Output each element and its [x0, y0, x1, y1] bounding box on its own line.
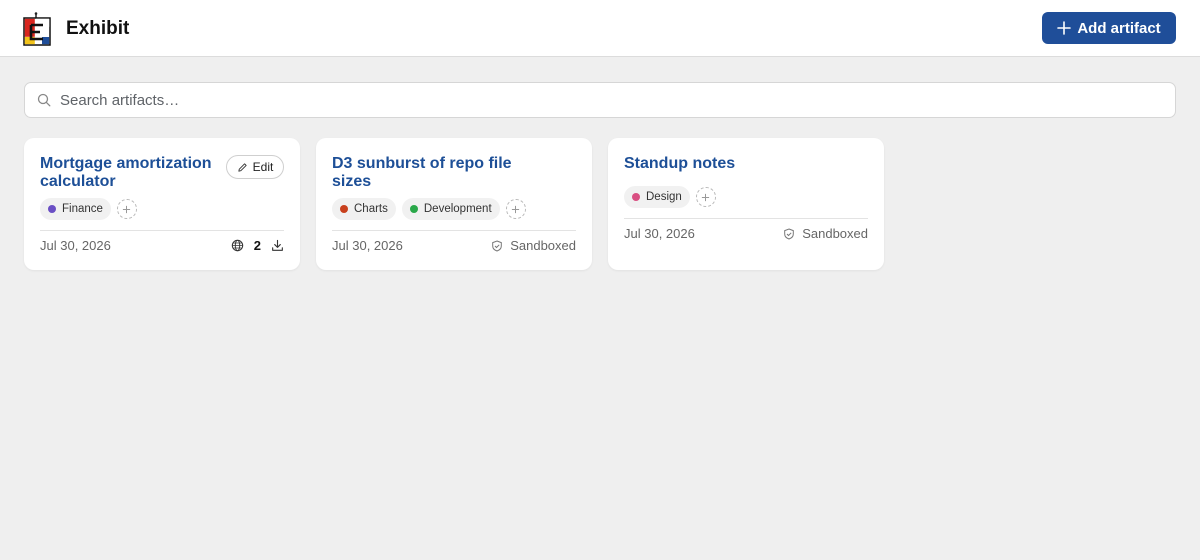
tag-color-dot — [409, 205, 418, 213]
artifact-card[interactable]: Mortgage amortization calculator Edit Fi… — [24, 138, 300, 270]
add-artifact-button[interactable]: Add artifact — [1042, 12, 1176, 44]
tag-color-dot — [632, 193, 640, 201]
plus-icon — [512, 205, 520, 213]
card-footer: Jul 30, 2026 Sandboxed — [332, 238, 576, 253]
plus-icon — [1057, 21, 1072, 35]
tag-color-dot — [48, 205, 56, 213]
plus-icon — [702, 193, 710, 201]
sandbox-status: Sandboxed — [491, 238, 576, 253]
tag-color-dot — [340, 205, 348, 213]
tag-chip[interactable]: Charts — [332, 198, 396, 220]
top-bar: Exhibit Add artifact — [0, 0, 1200, 57]
pencil-icon — [238, 162, 247, 172]
exhibit-logo-icon — [23, 12, 51, 46]
app-title: Exhibit — [66, 18, 130, 39]
edit-label: Edit — [252, 160, 274, 174]
divider — [624, 218, 868, 219]
download-icon[interactable] — [271, 239, 284, 252]
add-tag-button[interactable] — [505, 199, 526, 219]
artifact-card[interactable]: D3 sunburst of repo file sizes Charts De… — [316, 138, 592, 270]
tag-list: Charts Development — [332, 198, 526, 220]
artifact-date: Jul 30, 2026 — [40, 238, 111, 253]
status-label: Sandboxed — [510, 238, 576, 253]
artifact-title[interactable]: Standup notes — [624, 155, 804, 173]
artifact-card[interactable]: Standup notes Design Jul 30, 2026 Sandbo… — [608, 138, 884, 270]
shield-icon — [492, 239, 503, 252]
tag-label: Development — [423, 203, 492, 215]
tag-label: Finance — [62, 203, 103, 215]
artifact-title[interactable]: D3 sunburst of repo file sizes — [332, 155, 532, 191]
status-label: Sandboxed — [802, 226, 868, 241]
divider — [40, 230, 284, 231]
card-footer: Jul 30, 2026 2 — [40, 238, 284, 253]
tag-label: Design — [646, 191, 682, 203]
tag-chip[interactable]: Finance — [40, 198, 111, 220]
tag-list: Finance — [40, 198, 137, 220]
sandbox-status: Sandboxed — [783, 226, 868, 241]
search-bar — [24, 82, 1176, 118]
add-tag-button[interactable] — [695, 187, 716, 207]
plus-icon — [123, 205, 131, 213]
tag-list: Design — [624, 186, 716, 208]
artifact-date: Jul 30, 2026 — [624, 226, 695, 241]
shield-icon — [784, 227, 795, 240]
artifact-date: Jul 30, 2026 — [332, 238, 403, 253]
search-input[interactable] — [60, 91, 1150, 109]
divider — [332, 230, 576, 231]
share-count: 2 — [253, 238, 261, 253]
card-footer: Jul 30, 2026 Sandboxed — [624, 226, 868, 241]
globe-icon[interactable] — [231, 239, 244, 252]
tag-chip[interactable]: Design — [624, 186, 690, 208]
search-icon — [37, 93, 51, 107]
add-tag-button[interactable] — [116, 199, 137, 219]
tag-chip[interactable]: Development — [401, 198, 500, 220]
edit-button[interactable]: Edit — [226, 155, 284, 179]
artifact-meta: 2 — [231, 238, 284, 253]
tag-label: Charts — [354, 203, 388, 215]
artifact-title[interactable]: Mortgage amortization calculator — [40, 155, 220, 191]
add-artifact-label: Add artifact — [1077, 19, 1161, 37]
